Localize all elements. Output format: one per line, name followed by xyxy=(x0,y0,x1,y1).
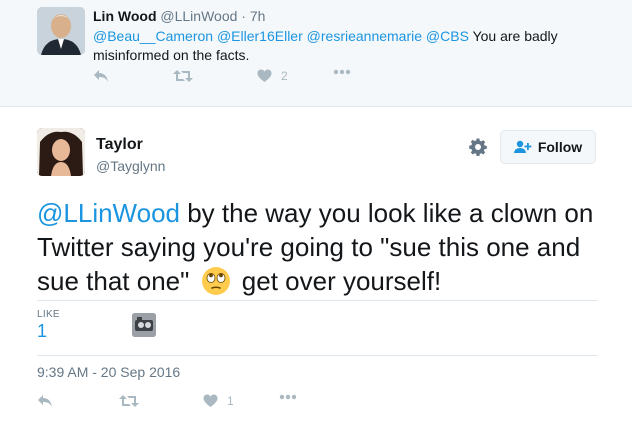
parent-tweet-time[interactable]: 7h xyxy=(250,8,266,24)
tweet-timestamp[interactable]: 9:39 AM - 20 Sep 2016 xyxy=(37,364,180,380)
add-user-icon xyxy=(513,140,532,153)
parent-tweet-header: Lin Wood @LLinWood · 7h xyxy=(93,8,265,24)
more-icon xyxy=(333,69,351,75)
like-count: 2 xyxy=(281,69,288,83)
follow-label: Follow xyxy=(537,139,583,155)
mention-link[interactable]: @Beau__Cameron xyxy=(93,28,213,44)
retweet-icon xyxy=(119,395,139,407)
rolling-eyes-emoji-icon xyxy=(201,266,231,304)
author-handle[interactable]: @Tayglynn xyxy=(96,158,165,174)
tweet-text-part2: get over yourself! xyxy=(234,266,442,296)
divider xyxy=(37,355,598,356)
like-button[interactable]: 1 xyxy=(203,394,234,408)
parent-tweet-body-line2: misinformed on the facts. xyxy=(93,47,250,63)
heart-icon xyxy=(257,69,272,82)
more-icon xyxy=(279,394,297,400)
reply-icon xyxy=(94,70,108,82)
follow-button[interactable]: Follow xyxy=(500,130,596,164)
reply-icon xyxy=(38,395,52,407)
mention-link[interactable]: @resrieannemarie xyxy=(307,28,422,44)
gear-icon xyxy=(469,138,487,157)
like-count: 1 xyxy=(227,394,234,408)
tweet-text: @LLinWood by the way you look like a clo… xyxy=(37,196,607,304)
user-actions-button[interactable] xyxy=(469,138,487,161)
more-button[interactable] xyxy=(279,394,297,400)
like-button[interactable]: 2 xyxy=(257,69,288,83)
likes-count[interactable]: 1 xyxy=(37,321,47,342)
reply-button[interactable] xyxy=(93,69,109,83)
heart-icon xyxy=(203,394,218,407)
parent-tweet-text: @Beau__Cameron @Eller16Eller @resrieanne… xyxy=(93,27,593,65)
reply-button[interactable] xyxy=(37,394,53,408)
retweet-button[interactable] xyxy=(173,69,193,83)
retweet-icon xyxy=(173,70,193,82)
retweet-button[interactable] xyxy=(119,394,139,408)
mention-link[interactable]: @LLinWood xyxy=(37,198,180,228)
more-button[interactable] xyxy=(333,69,351,75)
parent-tweet-body: You are badly xyxy=(472,28,558,44)
parent-tweet[interactable]: Lin Wood @LLinWood · 7h @Beau__Cameron @… xyxy=(0,0,632,107)
taylor-avatar[interactable] xyxy=(37,128,85,176)
parent-author-handle[interactable]: @LLinWood xyxy=(160,8,237,24)
lin-wood-avatar[interactable] xyxy=(37,7,85,55)
mention-link[interactable]: @CBS xyxy=(426,28,469,44)
mention-link[interactable]: @Eller16Eller xyxy=(217,28,303,44)
divider xyxy=(37,300,598,301)
likes-label[interactable]: LIKE xyxy=(37,309,60,320)
separator-dot: · xyxy=(241,8,246,24)
parent-author-name[interactable]: Lin Wood xyxy=(93,8,157,24)
author-name[interactable]: Taylor xyxy=(96,136,143,154)
liker-avatar[interactable] xyxy=(132,313,156,337)
